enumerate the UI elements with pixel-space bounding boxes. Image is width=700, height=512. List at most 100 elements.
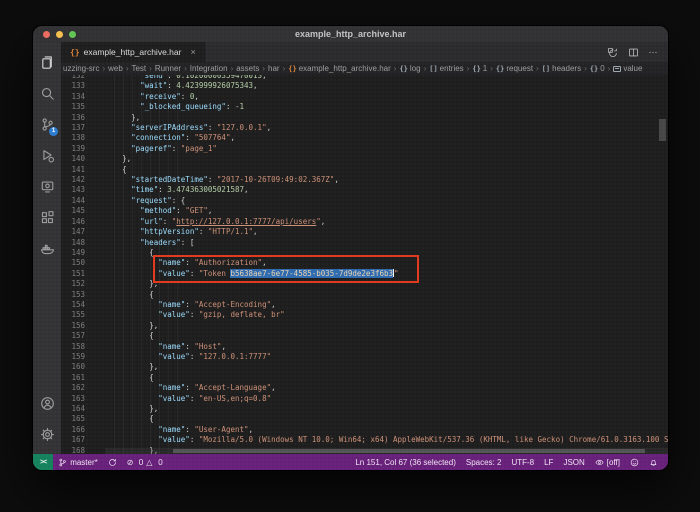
line-number: 137 — [61, 123, 95, 133]
breadcrumb-item-runner[interactable]: Runner — [155, 64, 181, 73]
code-line-150[interactable]: 150 "name": "Authorization", — [61, 258, 668, 268]
code-line-146[interactable]: 146 "url": "http://127.0.0.1:7777/api/us… — [61, 217, 668, 227]
activity-bar-item-accounts[interactable] — [33, 388, 61, 419]
code-line-142[interactable]: 142 "startedDateTime": "2017-10-26T09:49… — [61, 175, 668, 185]
tab-example-http-archive[interactable]: {} example_http_archive.har × — [61, 42, 206, 62]
feedback[interactable] — [625, 454, 644, 470]
breadcrumb-item-web[interactable]: web — [108, 64, 123, 73]
vertical-scrollbar-thumb[interactable] — [659, 119, 666, 141]
eol-indicator[interactable]: LF — [539, 454, 558, 470]
code-line-139[interactable]: 139 "pageref": "page_1" — [61, 144, 668, 154]
encoding-label: UTF-8 — [511, 458, 534, 467]
cursor-position[interactable]: Ln 151, Col 67 (36 selected) — [350, 454, 461, 470]
activity-bar-item-explorer[interactable] — [33, 47, 61, 78]
activity-bar-item-remote-explorer[interactable] — [33, 171, 61, 202]
code-line-134[interactable]: 134 "receive": 0, — [61, 92, 668, 102]
breadcrumb-item-1[interactable]: {}1 — [472, 64, 487, 73]
breadcrumb-label: headers — [552, 64, 581, 73]
window-controls — [33, 31, 76, 38]
code-line-162[interactable]: 162 "name": "Accept-Language", — [61, 383, 668, 393]
run-debug-icon — [40, 148, 55, 163]
indentation[interactable]: Spaces: 2 — [461, 454, 507, 470]
line-content: "url": "http://127.0.0.1:7777/api/users"… — [95, 217, 325, 227]
breadcrumb-item-value[interactable]: value — [613, 64, 642, 73]
breadcrumb-item-entries[interactable]: []entries — [429, 64, 463, 73]
code-line-152[interactable]: 152 }, — [61, 279, 668, 289]
zoom-window-button[interactable] — [69, 31, 76, 38]
notifications[interactable] — [644, 454, 663, 470]
activity-bar-item-source-control[interactable]: 1 — [33, 109, 61, 140]
language-mode[interactable]: JSON — [558, 454, 589, 470]
code-line-138[interactable]: 138 "connection": "507764", — [61, 133, 668, 143]
tab-bar: {} example_http_archive.har × ⋯ — [61, 42, 668, 62]
activity-bar-item-search[interactable] — [33, 78, 61, 109]
vertical-scrollbar[interactable] — [658, 75, 668, 448]
url-link[interactable]: http://127.0.0.1:7777/api/users — [176, 217, 316, 226]
code-line-166[interactable]: 166 "name": "User-Agent", — [61, 425, 668, 435]
breadcrumb-item-example-http-archive-har[interactable]: {}example_http_archive.har — [288, 64, 391, 73]
code-line-151[interactable]: 151 "value": "Token b5638ae7-6e77-4585-b… — [61, 269, 668, 279]
editor[interactable]: 132 "send": 0.10200000359470013,133 "wai… — [61, 75, 668, 454]
close-window-button[interactable] — [43, 31, 50, 38]
code-line-153[interactable]: 153 { — [61, 290, 668, 300]
activity-bar-item-extensions[interactable] — [33, 202, 61, 233]
line-content: "name": "User-Agent", — [95, 425, 253, 435]
breadcrumb-item-log[interactable]: {}log — [399, 64, 420, 73]
open-changes-icon[interactable] — [607, 47, 618, 58]
sync-button[interactable] — [103, 454, 122, 470]
split-editor-icon[interactable] — [628, 47, 639, 58]
breadcrumb-item-headers[interactable]: []headers — [542, 64, 581, 73]
code-line-164[interactable]: 164 }, — [61, 404, 668, 414]
line-number: 155 — [61, 310, 95, 320]
title-bar[interactable]: example_http_archive.har — [33, 26, 668, 42]
code-line-133[interactable]: 133 "wait": 4.423999926075343, — [61, 81, 668, 91]
breadcrumb-separator: › — [424, 64, 427, 73]
code-line-155[interactable]: 155 "value": "gzip, deflate, br" — [61, 310, 668, 320]
problems-indicator[interactable]: ⊘0△0 — [122, 454, 168, 470]
more-actions-icon[interactable]: ⋯ — [649, 47, 659, 58]
code-line-136[interactable]: 136 }, — [61, 113, 668, 123]
activity-bar-item-docker[interactable] — [33, 233, 61, 264]
code-line-143[interactable]: 143 "time": 3.474363005021587, — [61, 185, 668, 195]
git-branch-indicator[interactable]: master* — [53, 454, 103, 470]
breadcrumb-item-har[interactable]: har — [268, 64, 280, 73]
code-line-148[interactable]: 148 "headers": [ — [61, 238, 668, 248]
code-line-159[interactable]: 159 "value": "127.0.0.1:7777" — [61, 352, 668, 362]
code-line-160[interactable]: 160 }, — [61, 362, 668, 372]
breadcrumb-label: assets — [236, 64, 259, 73]
breadcrumb-item-assets[interactable]: assets — [236, 64, 259, 73]
code-line-165[interactable]: 165 { — [61, 414, 668, 424]
code-line-140[interactable]: 140 }, — [61, 154, 668, 164]
code-line-157[interactable]: 157 { — [61, 331, 668, 341]
breadcrumb-item-0[interactable]: {}0 — [590, 64, 605, 73]
code-line-145[interactable]: 145 "method": "GET", — [61, 206, 668, 216]
code-line-135[interactable]: 135 "_blocked_queueing": -1 — [61, 102, 668, 112]
breadcrumb-item-integration[interactable]: Integration — [190, 64, 228, 73]
breadcrumb-item-test[interactable]: Test — [131, 64, 146, 73]
code-line-141[interactable]: 141 { — [61, 165, 668, 175]
code-line-147[interactable]: 147 "httpVersion": "HTTP/1.1", — [61, 227, 668, 237]
code-line-167[interactable]: 167 "value": "Mozilla/5.0 (Windows NT 10… — [61, 435, 668, 445]
code-line-137[interactable]: 137 "serverIPAddress": "127.0.0.1", — [61, 123, 668, 133]
line-content: }, — [95, 362, 158, 372]
code-line-144[interactable]: 144 "request": { — [61, 196, 668, 206]
breadcrumb-item-request[interactable]: {}request — [496, 64, 533, 73]
line-number: 159 — [61, 352, 95, 362]
horizontal-scrollbar-thumb[interactable] — [173, 449, 646, 453]
close-tab-icon[interactable]: × — [190, 47, 195, 57]
breadcrumb-item-uzzing-src[interactable]: uzzing-src — [63, 64, 99, 73]
code-line-158[interactable]: 158 "name": "Host", — [61, 342, 668, 352]
minimize-window-button[interactable] — [56, 31, 63, 38]
activity-bar-item-run-debug[interactable] — [33, 140, 61, 171]
line-content: "value": "127.0.0.1:7777" — [95, 352, 271, 362]
code-line-163[interactable]: 163 "value": "en-US,en;q=0.8" — [61, 394, 668, 404]
screencast-toggle[interactable]: [off] — [590, 454, 625, 470]
encoding[interactable]: UTF-8 — [506, 454, 539, 470]
code-line-161[interactable]: 161 { — [61, 373, 668, 383]
code-line-149[interactable]: 149 { — [61, 248, 668, 258]
code-line-156[interactable]: 156 }, — [61, 321, 668, 331]
activity-bar-item-settings-gear[interactable] — [33, 419, 61, 450]
remote-indicator[interactable]: >< — [33, 454, 53, 470]
code-line-154[interactable]: 154 "name": "Accept-Encoding", — [61, 300, 668, 310]
line-number: 142 — [61, 175, 95, 185]
